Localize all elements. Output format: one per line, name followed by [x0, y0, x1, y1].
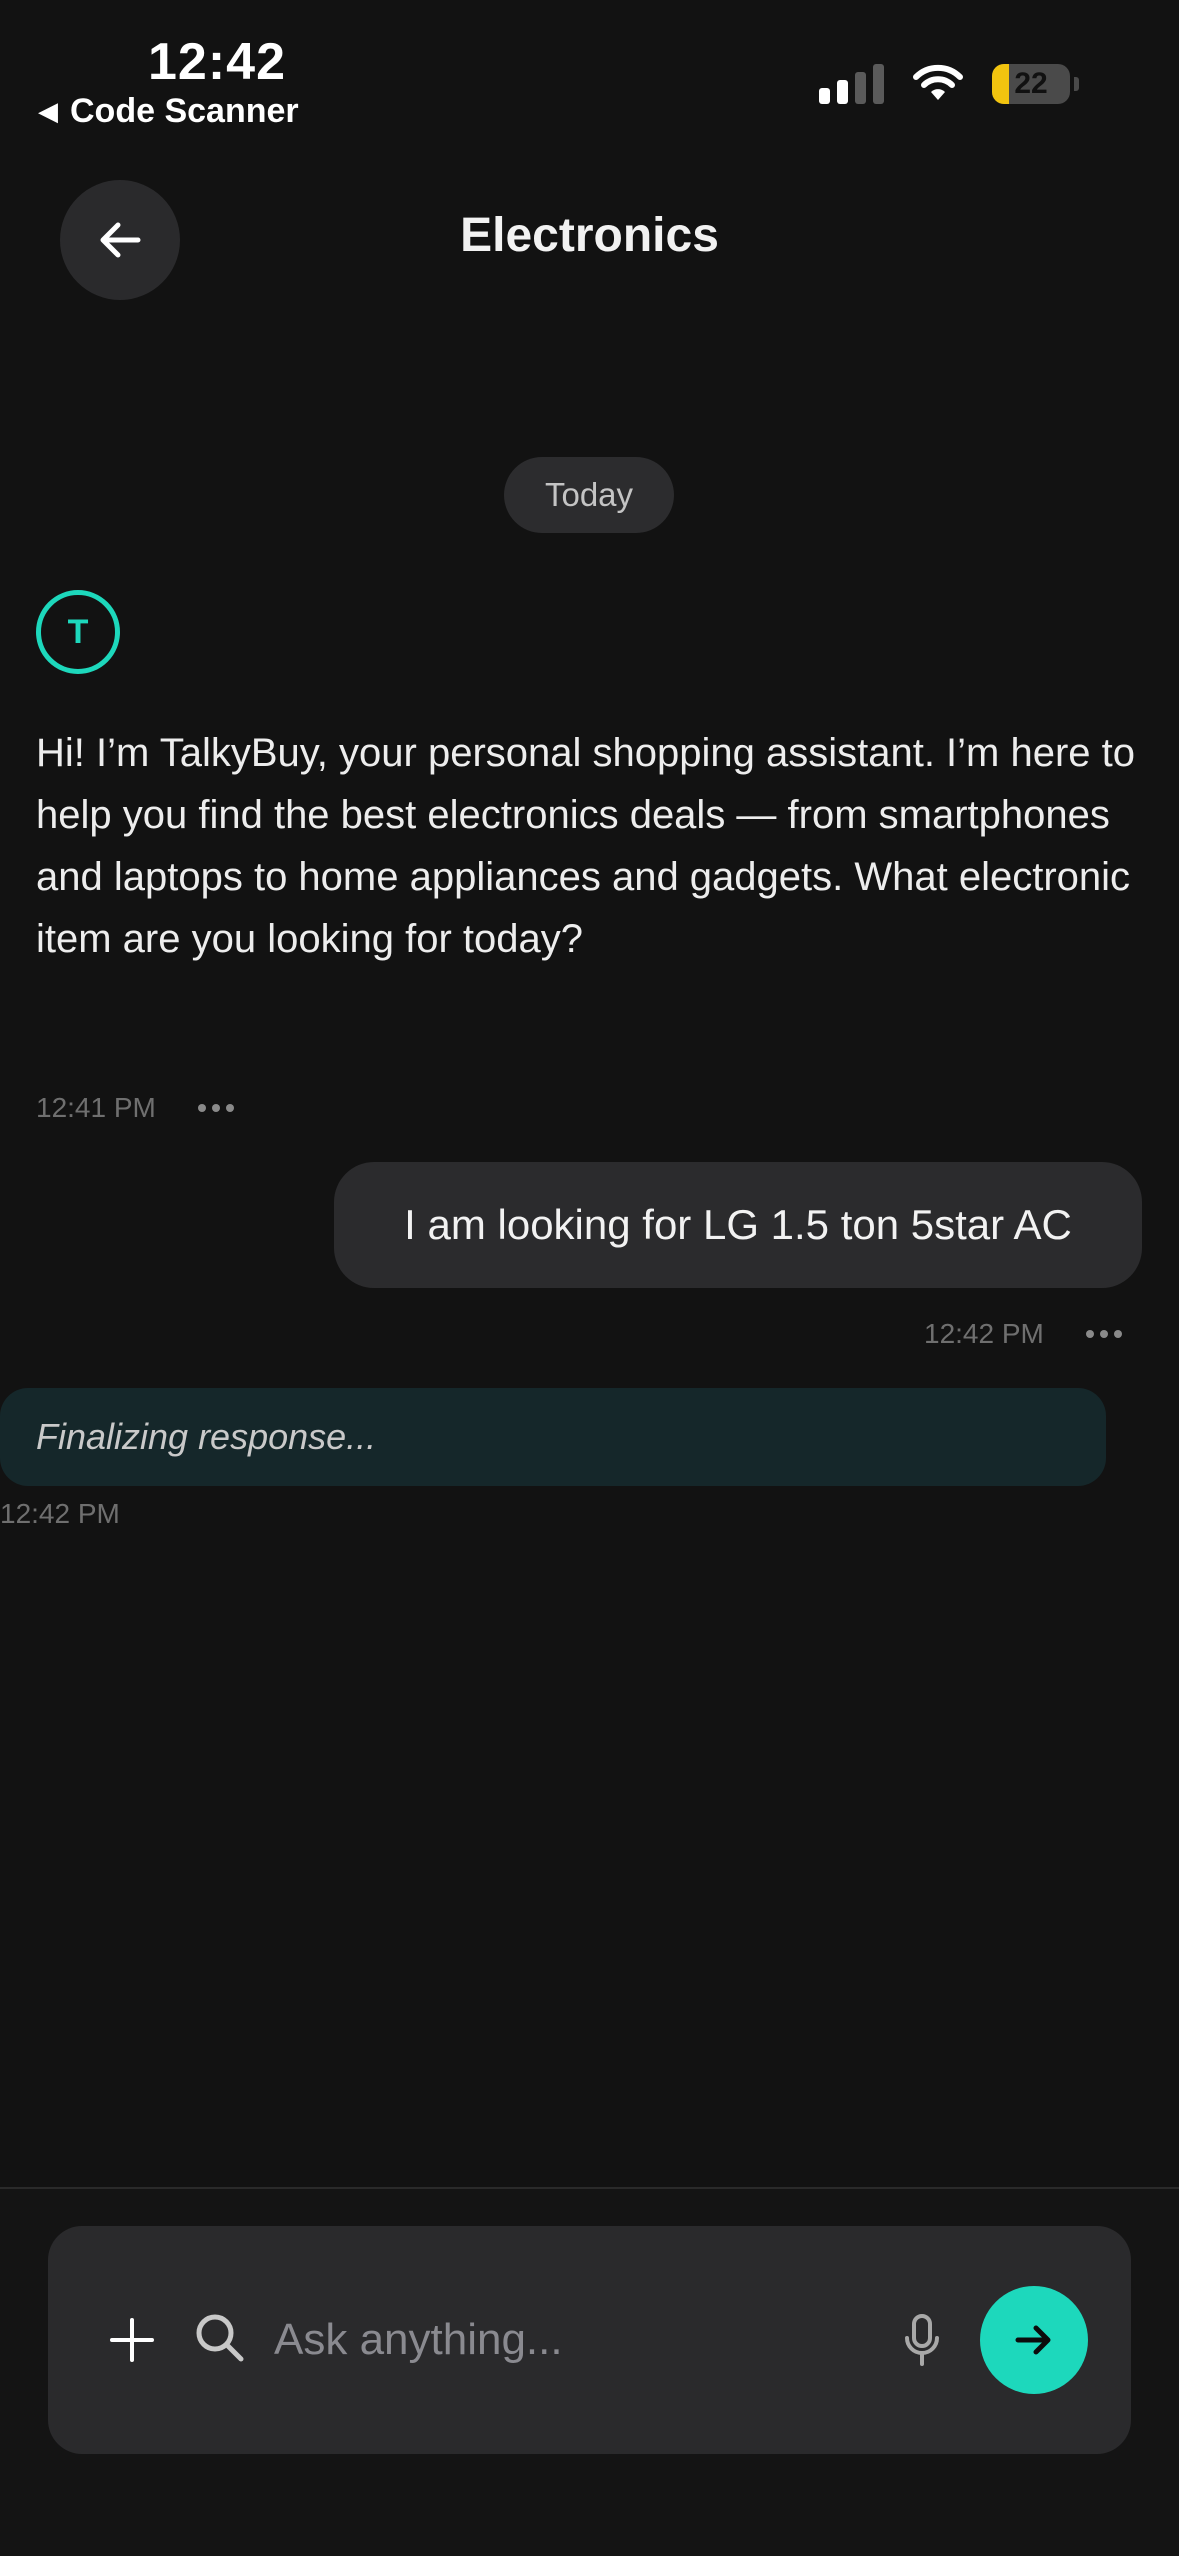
response-status-time: 12:42 PM	[0, 1498, 120, 1529]
plus-icon	[110, 2318, 154, 2362]
status-indicators: 22	[819, 64, 1079, 104]
back-app-label: Code Scanner	[70, 92, 299, 130]
date-divider: Today	[504, 457, 674, 533]
wifi-icon	[913, 64, 963, 100]
user-message-meta: 12:42 PM	[924, 1318, 1122, 1350]
composer-bar	[48, 2226, 1131, 2454]
battery-nub	[1074, 77, 1079, 91]
user-message-text: I am looking for LG 1.5 ton 5star AC	[404, 1201, 1072, 1248]
signal-icon	[819, 64, 884, 104]
more-dots-icon[interactable]	[197, 1104, 234, 1112]
bot-message-time: 12:41 PM	[36, 1092, 156, 1123]
battery-percentage: 22	[1014, 67, 1048, 100]
response-status-bubble: Finalizing response...	[0, 1388, 1106, 1486]
more-dots-icon[interactable]	[1085, 1330, 1122, 1338]
user-message-time: 12:42 PM	[924, 1318, 1044, 1349]
mic-icon	[905, 2314, 939, 2366]
back-to-app-link[interactable]: ◀ Code Scanner	[38, 92, 299, 131]
send-button[interactable]	[980, 2286, 1088, 2394]
search-icon	[188, 2306, 252, 2370]
bot-message-meta: 12:41 PM	[36, 1092, 234, 1124]
back-triangle-icon: ◀	[38, 96, 58, 126]
response-status-text: Finalizing response...	[36, 1416, 377, 1457]
bot-avatar: T	[36, 590, 120, 674]
battery-icon: 22	[992, 64, 1070, 104]
bot-message: Hi! I’m TalkyBuy, your personal shopping…	[36, 731, 1136, 961]
page-title: Electronics	[460, 209, 719, 262]
ask-input[interactable]	[274, 2296, 894, 2384]
battery-fill	[992, 64, 1010, 104]
user-message-bubble: I am looking for LG 1.5 ton 5star AC	[334, 1162, 1142, 1288]
mic-button[interactable]	[890, 2308, 954, 2372]
attach-button[interactable]	[100, 2308, 164, 2372]
status-time: 12:42	[148, 33, 286, 91]
send-arrow-icon	[1015, 2325, 1051, 2355]
